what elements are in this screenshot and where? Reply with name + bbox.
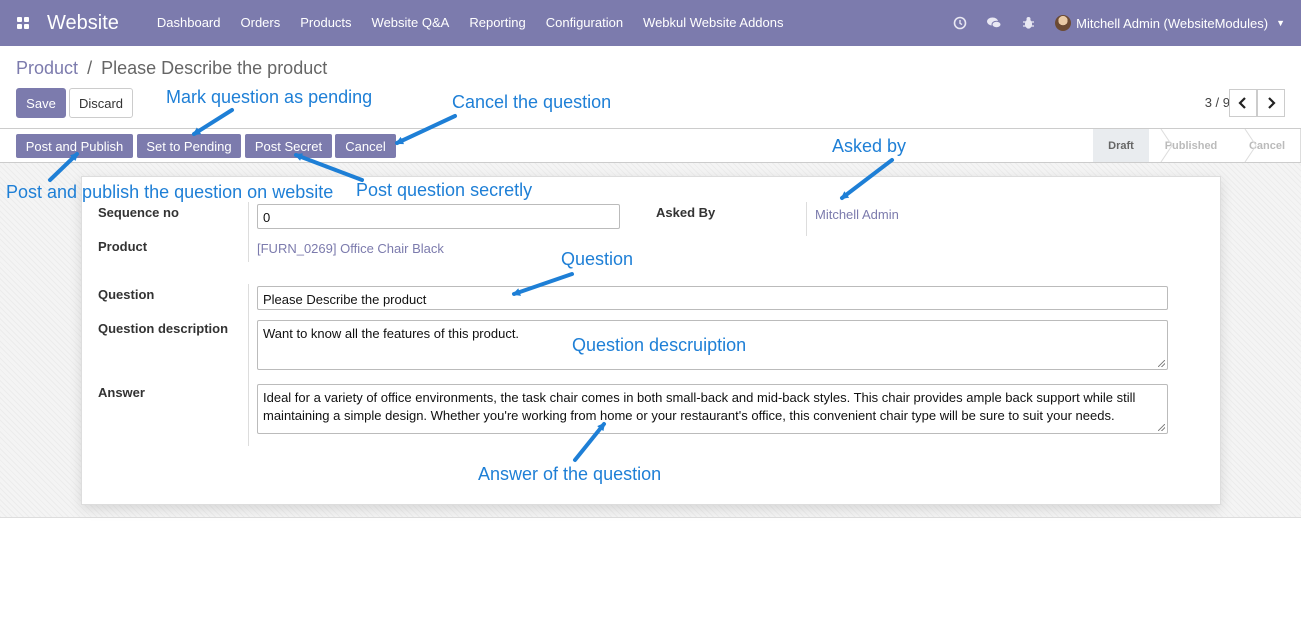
menu-website-qa[interactable]: Website Q&A	[362, 0, 460, 46]
breadcrumb: Product / Please Describe the product	[16, 58, 327, 79]
discard-button[interactable]: Discard	[69, 88, 133, 118]
question-input[interactable]: Please Describe the product	[257, 286, 1168, 310]
answer-textarea[interactable]: Ideal for a variety of office environmen…	[257, 384, 1168, 434]
menu-reporting[interactable]: Reporting	[459, 0, 535, 46]
stage-dividers	[1160, 129, 1301, 162]
field-divider	[248, 202, 249, 262]
resize-grip-icon[interactable]	[1158, 424, 1165, 431]
statusbar: Post and Publish Set to Pending Post Sec…	[0, 128, 1301, 163]
user-name: Mitchell Admin (WebsiteModules)	[1076, 15, 1269, 31]
asked-by-link[interactable]: Mitchell Admin	[815, 207, 899, 222]
resize-grip-icon[interactable]	[1158, 360, 1165, 367]
answer-label: Answer	[98, 385, 145, 400]
description-text: Want to know all the features of this pr…	[263, 326, 520, 341]
post-secret-button[interactable]: Post Secret	[245, 134, 332, 158]
avatar	[1055, 15, 1072, 31]
annotation-post-secret: Post question secretly	[356, 180, 533, 200]
menu-webkul-addons[interactable]: Webkul Website Addons	[633, 0, 793, 46]
post-and-publish-button[interactable]: Post and Publish	[16, 134, 133, 158]
field-divider	[806, 202, 807, 236]
asked-by-label: Asked By	[656, 205, 716, 220]
annotation-pending: Mark question as pending	[166, 87, 373, 107]
bug-icon[interactable]	[1011, 0, 1045, 46]
annotation-description: Question descruiption	[572, 335, 747, 355]
annotation-question: Question	[561, 249, 634, 269]
chevron-left-icon[interactable]	[1229, 89, 1257, 117]
clock-icon[interactable]	[943, 0, 977, 46]
annotation-answer: Answer of the question	[478, 464, 662, 484]
app-brand[interactable]: Website	[47, 12, 119, 35]
chevron-right-icon[interactable]	[1257, 89, 1285, 117]
menu-configuration[interactable]: Configuration	[536, 0, 633, 46]
answer-text: Ideal for a variety of office environmen…	[263, 390, 1136, 423]
top-menu: Dashboard Orders Products Website Q&A Re…	[147, 0, 794, 46]
annotation-cancel: Cancel the question	[452, 92, 612, 112]
pager-value[interactable]: 3 / 9	[1205, 89, 1230, 117]
main-navbar: Website Dashboard Orders Products Websit…	[0, 0, 1301, 46]
annotation-post-publish: Post and publish the question on website	[6, 182, 334, 202]
set-to-pending-button[interactable]: Set to Pending	[137, 134, 241, 158]
apps-icon[interactable]	[0, 0, 46, 46]
caret-down-icon: ▼	[1276, 18, 1285, 28]
product-label: Product	[98, 239, 148, 254]
user-menu[interactable]: Mitchell Admin (WebsiteModules) ▼	[1045, 15, 1301, 31]
sequence-label: Sequence no	[98, 205, 179, 220]
save-button[interactable]: Save	[16, 88, 66, 118]
sequence-input[interactable]: 0	[257, 204, 620, 229]
question-label: Question	[98, 287, 155, 302]
breadcrumb-parent[interactable]: Product	[16, 58, 78, 78]
annotation-asked-by: Asked by	[832, 136, 907, 156]
product-link[interactable]: [FURN_0269] Office Chair Black	[257, 241, 444, 256]
description-label: Question description	[98, 321, 229, 336]
breadcrumb-separator: /	[87, 58, 93, 78]
menu-orders[interactable]: Orders	[231, 0, 291, 46]
menu-dashboard[interactable]: Dashboard	[147, 0, 231, 46]
breadcrumb-current: Please Describe the product	[101, 58, 328, 78]
chat-icon[interactable]	[977, 0, 1011, 46]
field-divider	[248, 284, 249, 446]
menu-products[interactable]: Products	[290, 0, 361, 46]
cancel-button[interactable]: Cancel	[335, 134, 396, 158]
